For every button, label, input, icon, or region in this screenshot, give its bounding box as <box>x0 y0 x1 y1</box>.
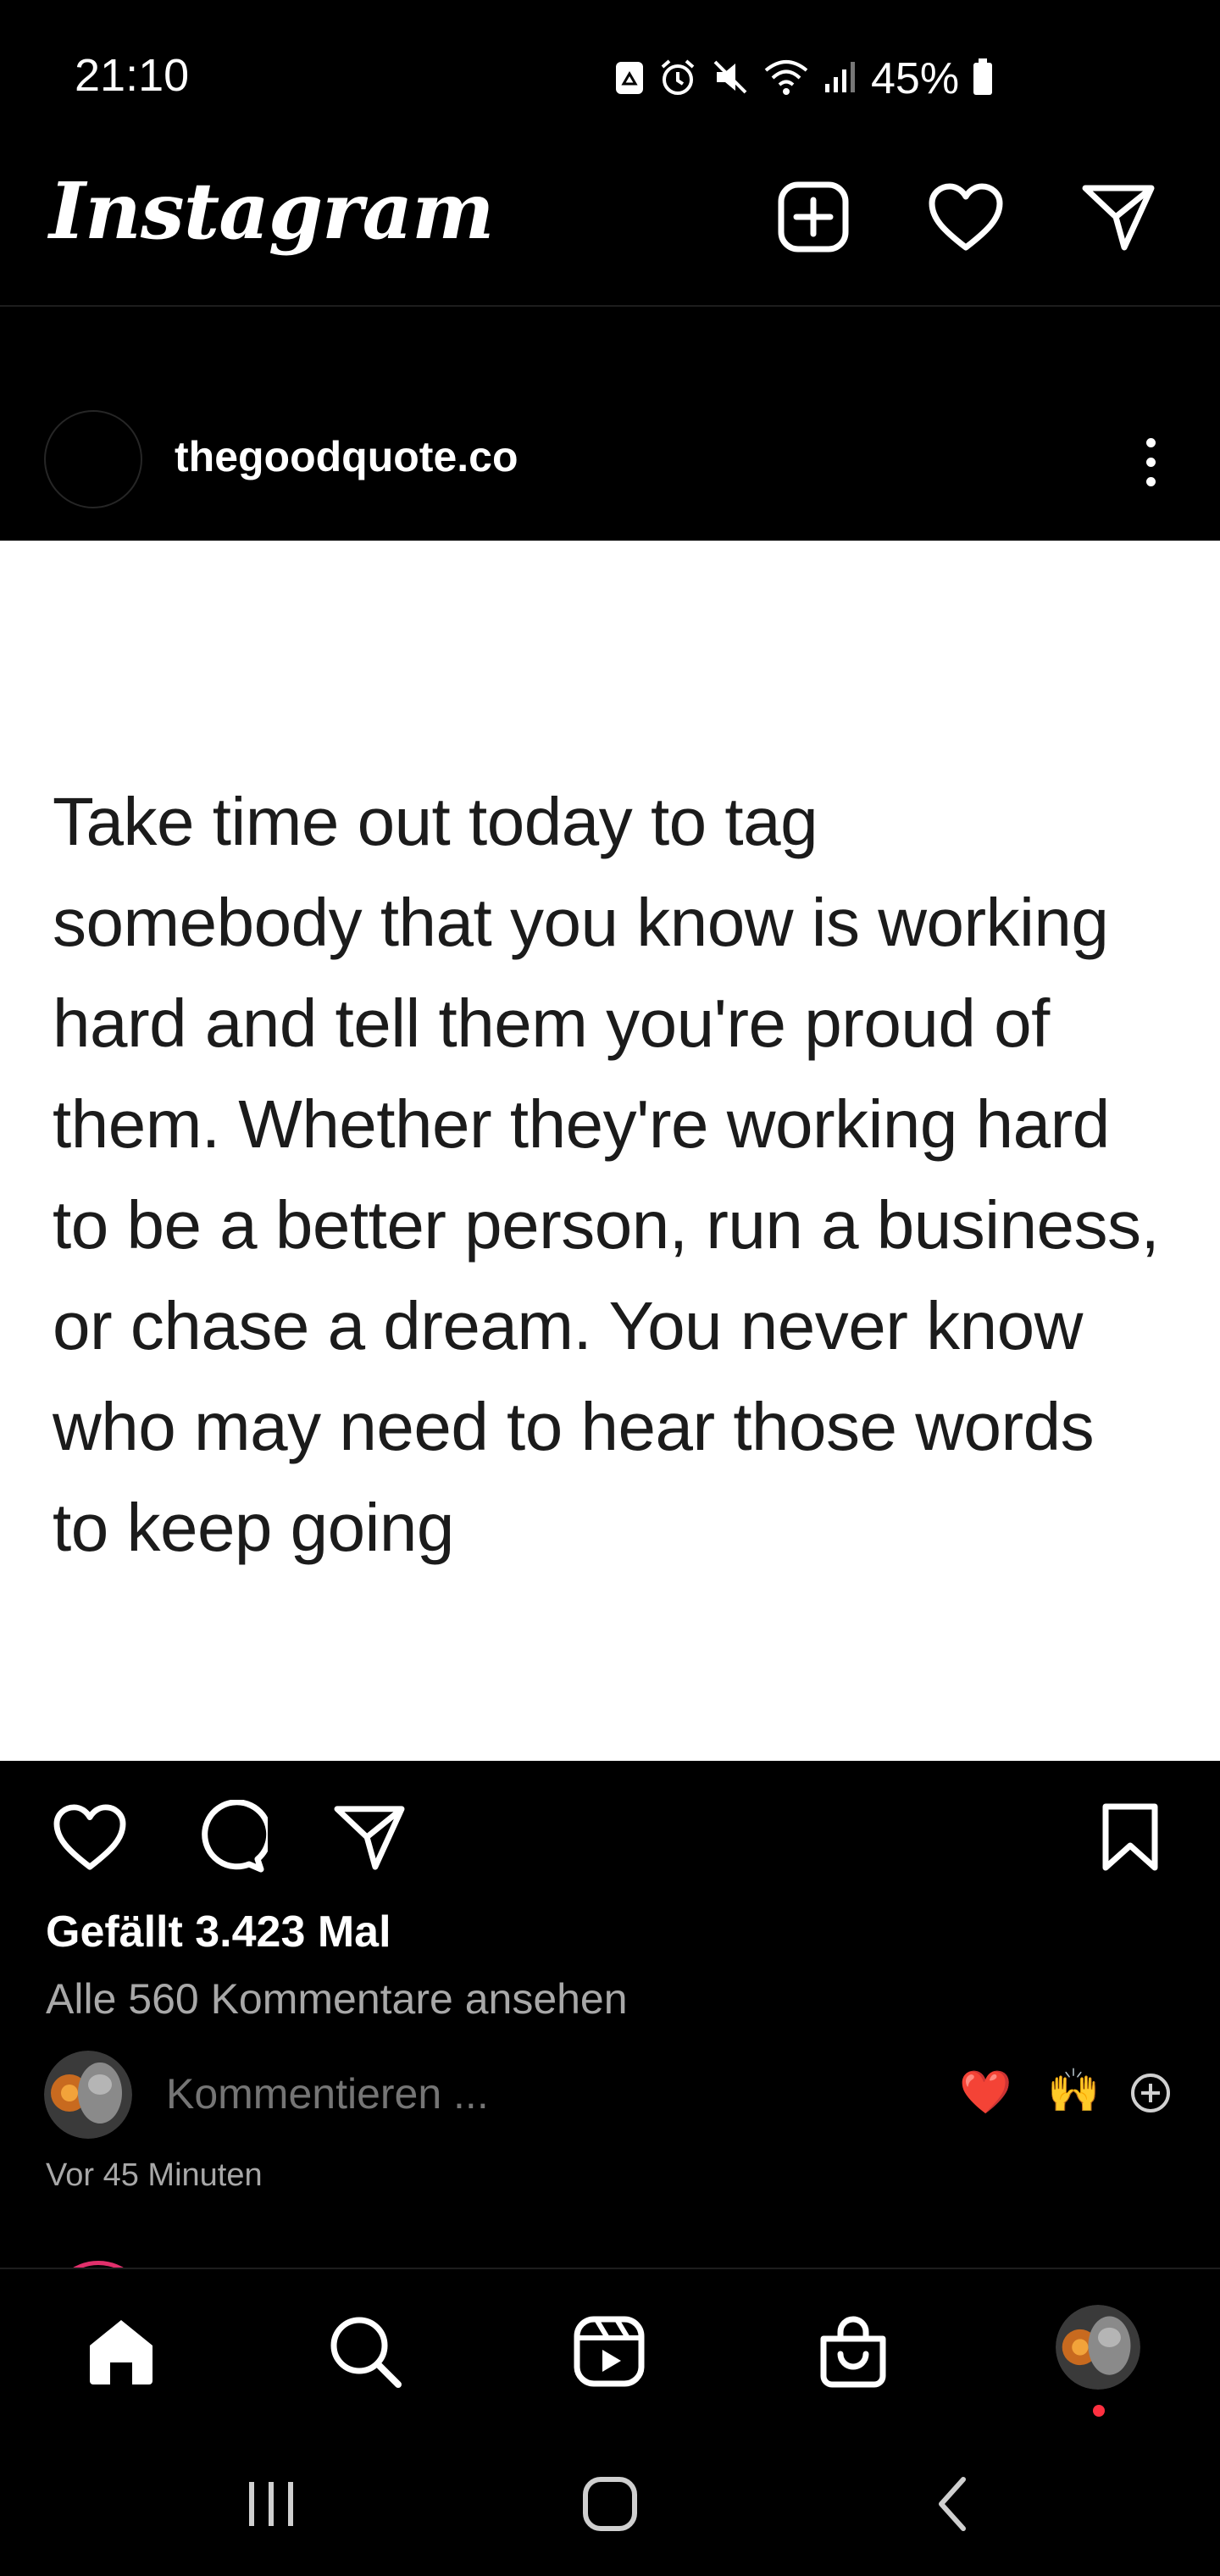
battery-icon <box>971 57 995 101</box>
author-avatar[interactable] <box>44 410 142 508</box>
back-icon[interactable] <box>901 2457 1003 2551</box>
shop-icon[interactable] <box>807 2305 900 2398</box>
search-icon[interactable] <box>319 2305 412 2398</box>
like-count[interactable]: Gefällt 3.423 Mal <box>46 1907 391 1957</box>
more-options-icon[interactable] <box>1127 424 1174 500</box>
view-all-comments-link[interactable]: Alle 560 Kommentare ansehen <box>46 1974 628 2024</box>
quote-line: who may need to hear those words <box>53 1389 1095 1464</box>
quote-line: them. Whether they're working hard <box>53 1086 1110 1162</box>
author-username[interactable]: thegoodquote.co <box>175 432 518 481</box>
post-timestamp: Vor 45 Minuten <box>46 2157 263 2193</box>
quick-emoji-raised-hands[interactable]: 🙌 <box>1047 2066 1100 2116</box>
battery-percent: 45% <box>871 54 960 103</box>
home-icon[interactable] <box>75 2305 168 2398</box>
bookmark-icon[interactable] <box>1088 1795 1173 1879</box>
quote-line: or chase a dream. You never know <box>53 1288 1083 1363</box>
new-post-icon[interactable] <box>771 175 856 259</box>
quick-emoji-heart[interactable]: ❤️ <box>959 2068 1012 2118</box>
user-avatar <box>44 2051 132 2139</box>
quote-text: Take time out today to tag somebody that… <box>53 771 1179 1578</box>
notification-dot <box>1093 2405 1105 2417</box>
alarm-icon <box>657 57 698 101</box>
quote-line: Take time out today to tag <box>53 784 818 859</box>
reels-icon[interactable] <box>563 2305 656 2398</box>
add-emoji-icon[interactable] <box>1128 2071 1173 2115</box>
mute-icon <box>710 57 751 101</box>
signal-icon <box>822 58 859 99</box>
quote-line: to be a better person, run a business, <box>53 1187 1160 1263</box>
wifi-icon <box>762 57 810 101</box>
quote-line: hard and tell them you're proud of <box>53 985 1050 1061</box>
home-button-icon[interactable] <box>559 2457 661 2551</box>
recycle-icon <box>613 58 646 99</box>
share-icon[interactable] <box>327 1795 412 1879</box>
quote-line: to keep going <box>53 1490 454 1565</box>
like-icon[interactable] <box>47 1795 132 1879</box>
quote-line: somebody that you know is working <box>53 885 1109 960</box>
status-icons: 45% <box>613 49 995 108</box>
recent-apps-icon[interactable] <box>220 2457 322 2551</box>
comment-icon[interactable] <box>188 1795 273 1879</box>
comment-input[interactable] <box>166 2069 844 2118</box>
heart-icon[interactable] <box>923 175 1008 259</box>
status-time: 21:10 <box>75 50 190 101</box>
profile-avatar[interactable] <box>1056 2305 1140 2390</box>
instagram-logo[interactable]: Instagram <box>49 165 495 257</box>
direct-message-icon[interactable] <box>1076 175 1161 259</box>
